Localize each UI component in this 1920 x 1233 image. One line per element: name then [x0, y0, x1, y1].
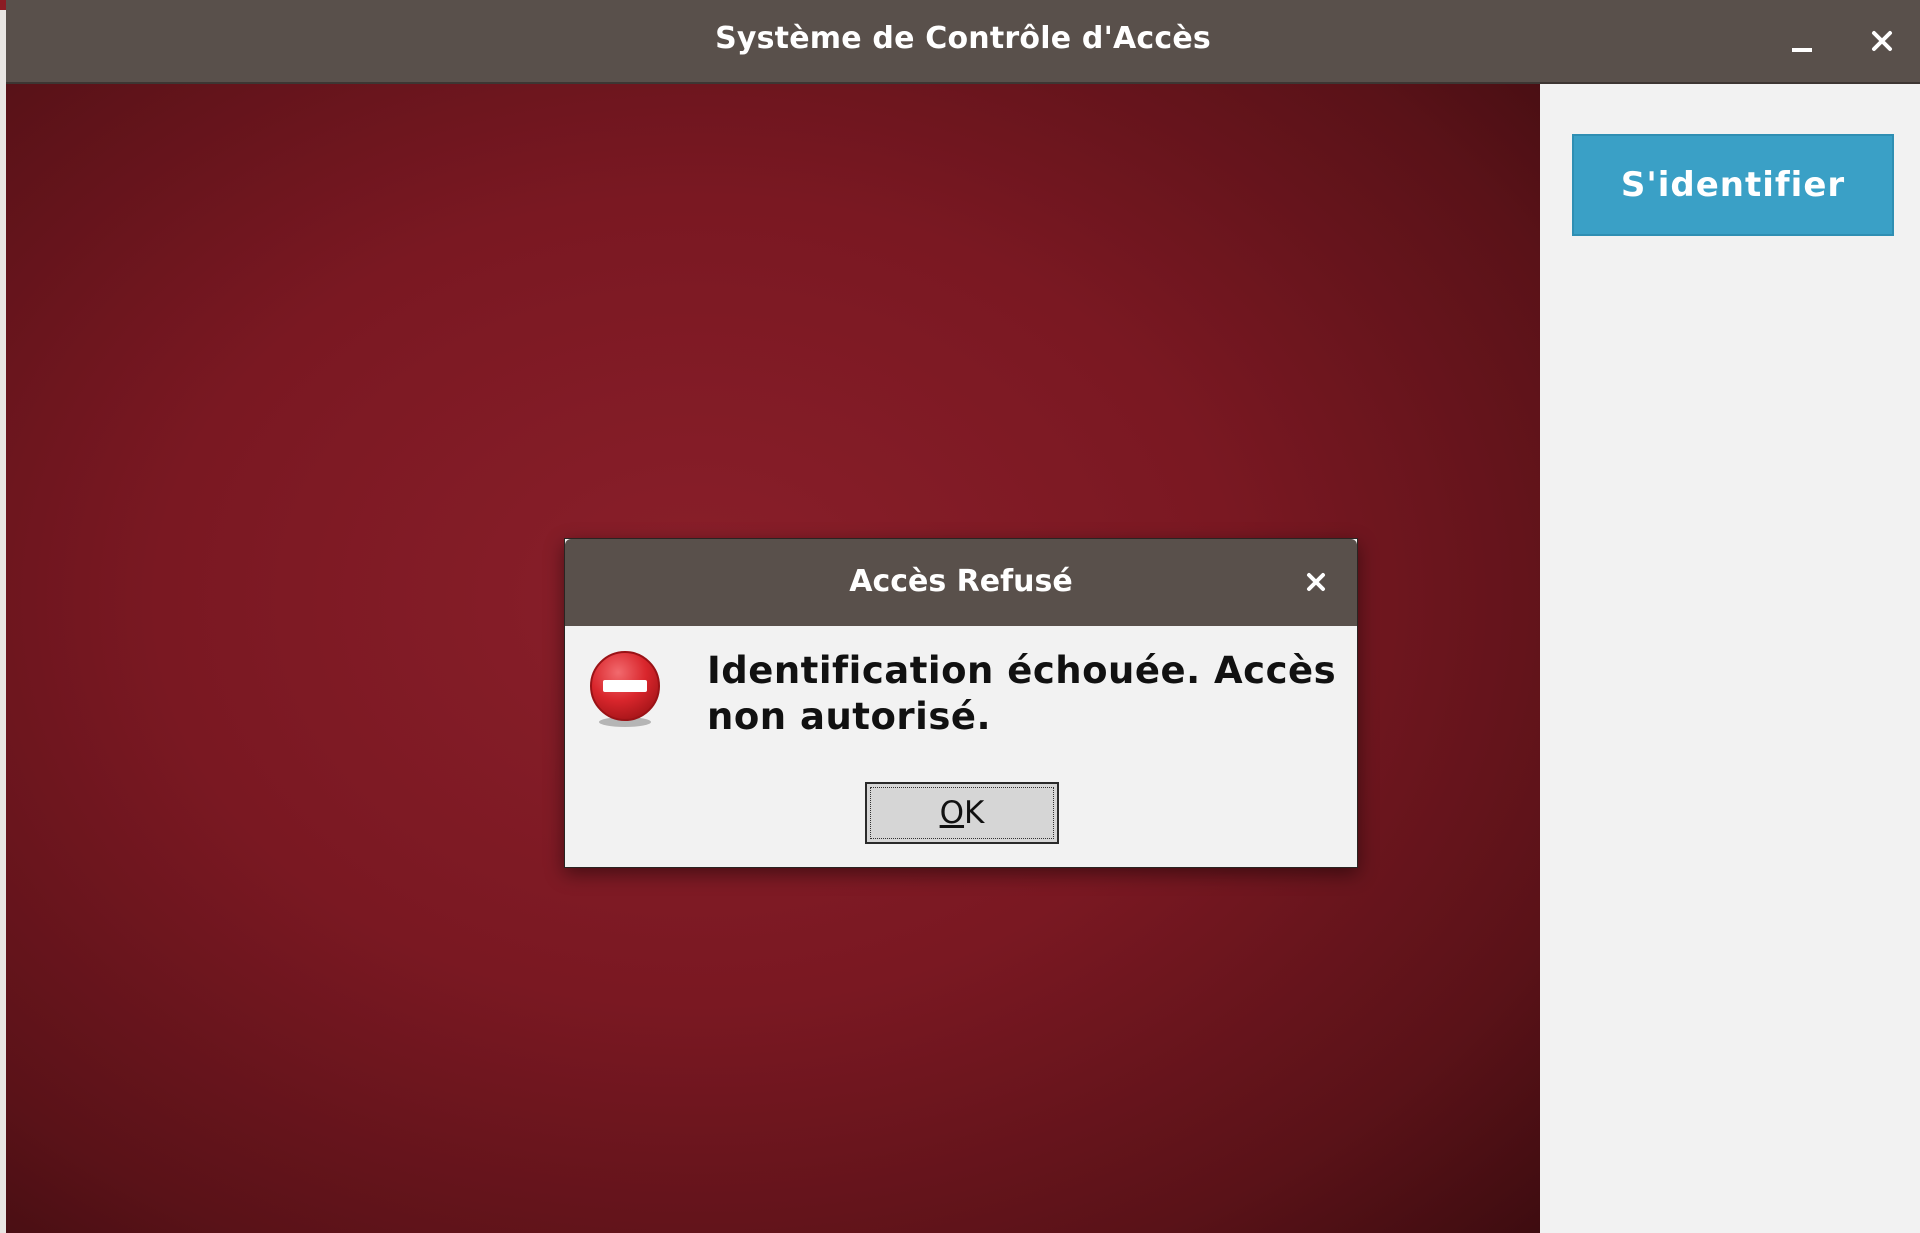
access-denied-dialog: Accès Refusé Identification échouée. Acc… [564, 538, 1358, 868]
identify-button[interactable]: S'identifier [1572, 134, 1894, 236]
window-titlebar[interactable]: Système de Contrôle d'Accès [6, 0, 1920, 84]
error-stop-icon [590, 651, 660, 727]
close-icon [1307, 573, 1325, 591]
ok-button-label: OK [939, 795, 985, 831]
sidebar: S'identifier [1540, 84, 1920, 1233]
dialog-close-button[interactable] [1293, 559, 1339, 605]
close-button[interactable] [1856, 16, 1908, 66]
app-window: Système de Contrôle d'Accès S'identifier… [0, 0, 1920, 1233]
close-icon [1872, 31, 1892, 51]
dialog-body: Identification échouée. Accès non autori… [565, 626, 1357, 867]
dialog-titlebar[interactable]: Accès Refusé [565, 539, 1357, 626]
window-title: Système de Contrôle d'Accès [715, 21, 1211, 56]
error-message: Identification échouée. Accès non autori… [707, 649, 1337, 738]
ok-button[interactable]: OK [865, 782, 1059, 844]
minimize-button[interactable] [1776, 16, 1828, 66]
dialog-title: Accès Refusé [849, 564, 1073, 599]
minimize-icon [1792, 48, 1812, 52]
